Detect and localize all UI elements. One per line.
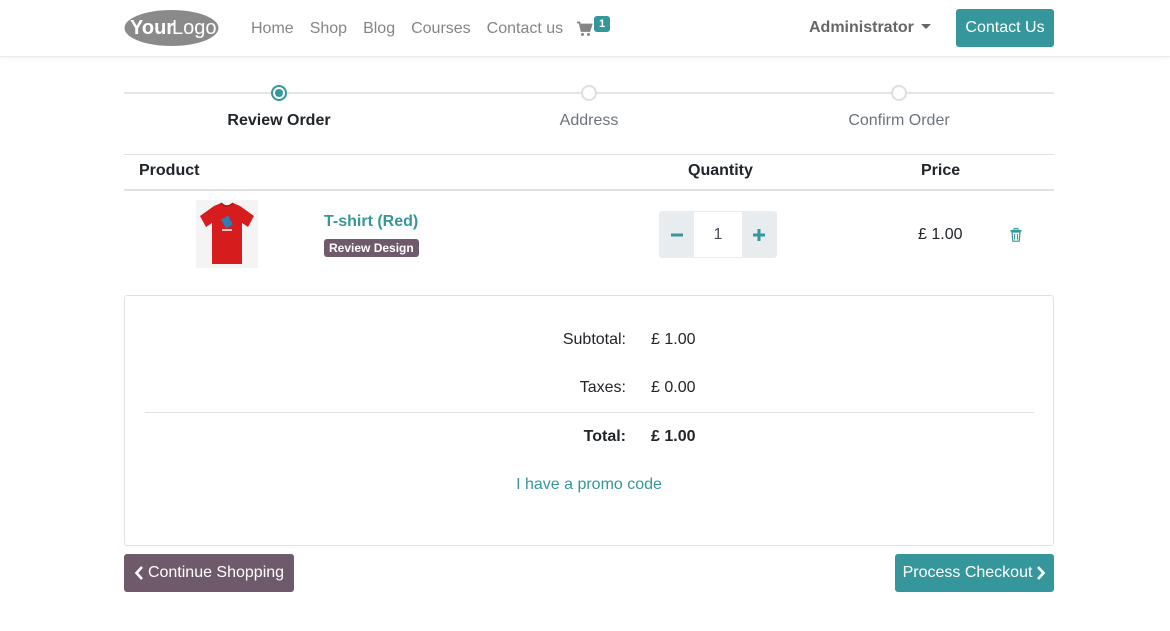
continue-shopping-button[interactable]: Continue Shopping (124, 554, 294, 592)
summary-divider (145, 412, 1034, 413)
nav-contact-us[interactable]: Contact us (487, 20, 563, 38)
continue-shopping-label: Continue Shopping (147, 564, 285, 581)
taxes-value: £ 0.00 (651, 379, 696, 396)
contact-us-button[interactable]: Contact Us (956, 9, 1054, 47)
plus-icon (753, 228, 765, 241)
step-dot-review-order (271, 85, 287, 101)
chevron-left-icon (134, 566, 143, 580)
logo-text-your: Your (130, 17, 174, 39)
total-value: £ 1.00 (651, 428, 696, 445)
step-address: Address (559, 112, 619, 129)
column-header-quantity: Quantity (688, 162, 753, 179)
review-design-badge[interactable]: Review Design (324, 239, 419, 257)
column-header-product: Product (139, 162, 200, 179)
quantity-input[interactable] (694, 212, 742, 257)
table-top-border (124, 154, 1054, 155)
cart-link[interactable]: 1 (577, 16, 617, 41)
process-checkout-label: Process Checkout (902, 564, 1033, 581)
product-price: £ 1.00 (918, 226, 963, 243)
nav-shop[interactable]: Shop (310, 20, 347, 38)
logo[interactable]: Your Logo (124, 9, 219, 47)
trash-icon[interactable] (1009, 228, 1023, 242)
user-menu[interactable]: Administrator (809, 19, 931, 37)
order-summary-card: Subtotal: £ 1.00 Taxes: £ 0.00 Total: £ … (124, 295, 1054, 546)
chevron-right-icon (1037, 566, 1046, 580)
step-dot-confirm-order (891, 85, 907, 101)
step-dot-address (581, 85, 597, 101)
quantity-stepper (659, 211, 777, 258)
step-confirm-order: Confirm Order (848, 112, 950, 129)
column-header-price: Price (921, 162, 961, 179)
shopping-cart-icon (577, 21, 593, 36)
product-name-link[interactable]: T-shirt (Red) (324, 213, 418, 231)
user-name: Administrator (809, 19, 914, 36)
step-review-order: Review Order (227, 112, 331, 129)
promo-code-link[interactable]: I have a promo code (125, 476, 1053, 494)
taxes-label: Taxes: (579, 379, 626, 396)
total-label: Total: (583, 428, 626, 445)
site-header: Your Logo Home Shop Blog Courses Contact… (0, 0, 1170, 57)
nav-courses[interactable]: Courses (411, 20, 471, 38)
cart-count-badge: 1 (594, 16, 610, 32)
nav-blog[interactable]: Blog (363, 20, 395, 38)
logo-text-logo: Logo (172, 17, 217, 39)
nav-home[interactable]: Home (251, 20, 294, 38)
minus-icon (671, 233, 683, 236)
subtotal-label: Subtotal: (562, 331, 626, 348)
plus-button[interactable] (742, 212, 776, 257)
process-checkout-button[interactable]: Process Checkout (895, 554, 1054, 592)
subtotal-value: £ 1.00 (651, 331, 696, 348)
table-header-border (124, 189, 1054, 191)
minus-button[interactable] (660, 212, 694, 257)
chevron-down-icon (920, 23, 931, 29)
red-tshirt-image[interactable] (196, 200, 258, 268)
main-nav: Home Shop Blog Courses Contact us (251, 0, 579, 57)
